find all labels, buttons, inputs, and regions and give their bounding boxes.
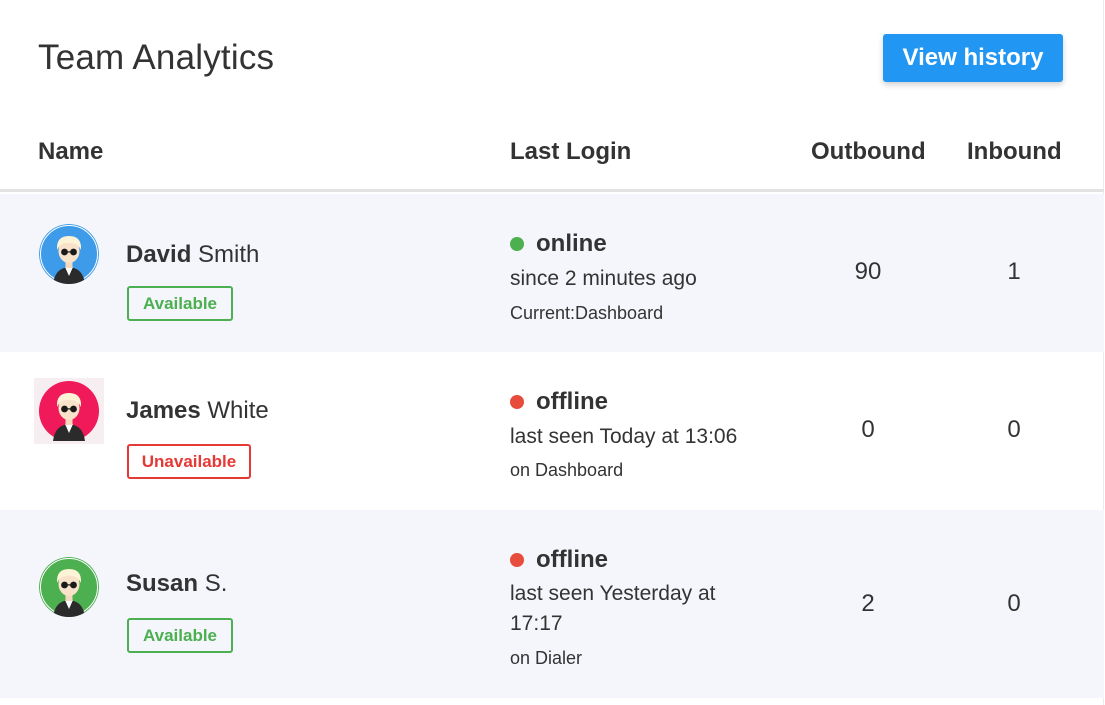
table-header: Name Last Login Outbound Inbound [0,120,1104,192]
login-status-text: online [536,230,607,257]
outbound-count: 0 [861,416,875,443]
agent-name: Susan S. [126,570,227,598]
login-status: offline [510,546,608,574]
card-header: Team Analytics View history [0,0,1104,120]
agent-first-name: James [126,397,201,424]
avatar [34,378,104,444]
avatar [39,224,99,284]
column-header-inbound[interactable]: Inbound [967,138,1062,166]
login-status-text: offline [536,546,608,573]
page-title: Team Analytics [38,38,275,77]
table-row[interactable]: David Smith Available online since 2 min… [0,194,1104,352]
table-row[interactable]: Susan S. Available offline last seen Yes… [0,510,1104,698]
agent-first-name: David [126,241,192,268]
view-history-button[interactable]: View history [883,34,1063,82]
availability-badge: Available [127,618,233,653]
agent-last-name: White [207,397,269,424]
status-dot-icon [510,395,524,409]
last-seen-text: last seen Yesterday at 17:17 [510,582,716,635]
login-status: offline [510,388,608,416]
agent-first-name: Susan [126,570,199,597]
agent-last-name: Smith [198,241,260,268]
inbound-count: 0 [1007,590,1021,617]
outbound-count: 90 [854,258,882,285]
agent-last-name: S. [204,570,228,597]
table-row[interactable]: James White Unavailable offline last see… [0,352,1104,510]
agent-name: David Smith [126,241,259,269]
team-analytics-card: Team Analytics View history Name Last Lo… [0,0,1104,705]
availability-badge: Unavailable [127,444,251,479]
login-status: online [510,230,607,258]
outbound-count: 2 [861,590,875,617]
status-dot-icon [510,553,524,567]
column-header-last-login[interactable]: Last Login [510,138,631,166]
last-seen-text: last seen Today at 13:06 [510,425,738,448]
last-seen-text: since 2 minutes ago [510,267,697,290]
column-header-name[interactable]: Name [38,138,103,166]
current-location-text: on Dialer [510,648,583,668]
avatar [39,557,99,617]
agent-name: James White [126,397,269,425]
current-location-text: Current:Dashboard [510,303,664,323]
current-location-text: on Dashboard [510,460,624,480]
status-dot-icon [510,237,524,251]
inbound-count: 0 [1007,416,1021,443]
login-status-text: offline [536,388,608,415]
column-header-outbound[interactable]: Outbound [811,138,926,166]
availability-badge: Available [127,286,233,321]
inbound-count: 1 [1007,258,1021,285]
